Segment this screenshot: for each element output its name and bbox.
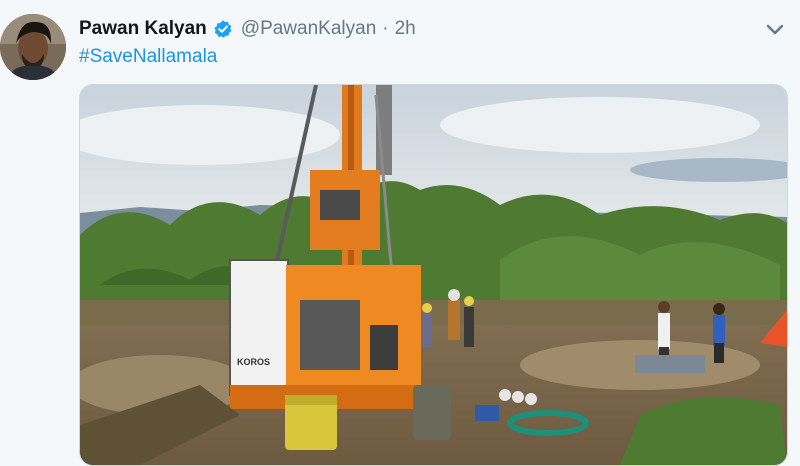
- timestamp[interactable]: 2h: [395, 18, 416, 40]
- author-name[interactable]: Pawan Kalyan: [79, 18, 207, 40]
- verified-badge-icon: [213, 19, 233, 39]
- tweet[interactable]: Pawan Kalyan @PawanKalyan · 2h #SaveNall…: [0, 0, 800, 466]
- separator-dot: ·: [382, 18, 389, 39]
- tweet-header: Pawan Kalyan @PawanKalyan · 2h: [79, 17, 416, 41]
- avatar[interactable]: [0, 14, 66, 80]
- machine-brand-text: KOROS: [237, 357, 270, 367]
- chevron-down-icon: [766, 24, 784, 35]
- hashtag-link[interactable]: #SaveNallamala: [79, 46, 217, 68]
- drilling-site-photo: KOROS: [80, 85, 787, 465]
- avatar-image: [0, 14, 66, 80]
- author-handle[interactable]: @PawanKalyan: [241, 18, 376, 40]
- more-options-button[interactable]: [764, 18, 786, 40]
- tweet-photo[interactable]: KOROS: [79, 84, 788, 466]
